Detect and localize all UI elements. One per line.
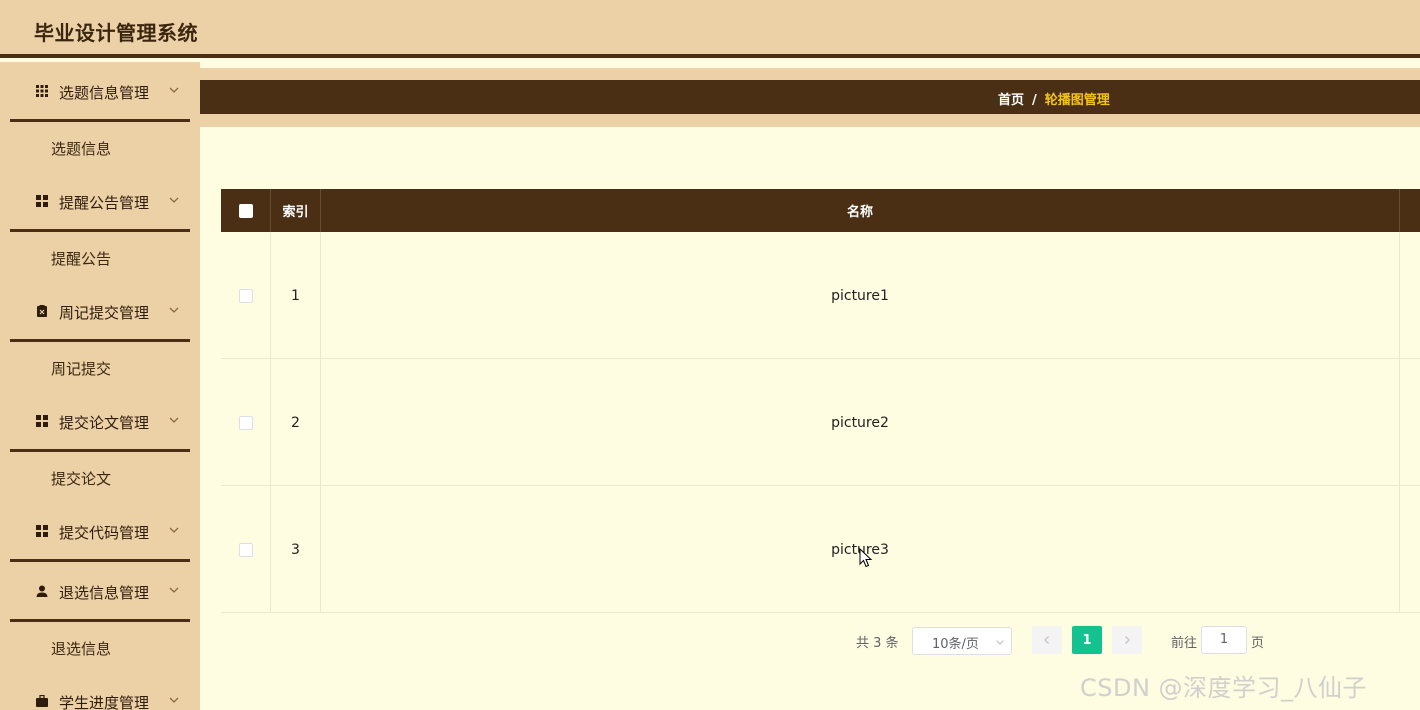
index-cell: 3 (271, 486, 321, 613)
breadcrumb-home[interactable]: 首页 (998, 93, 1024, 108)
submenu-item-notice[interactable]: 提醒公告 (10, 232, 190, 282)
menu-head[interactable]: 提醒公告管理 (10, 172, 190, 230)
briefcase-icon (36, 695, 48, 707)
submenu-item-thesis[interactable]: 提交论文 (10, 452, 190, 502)
user-icon (36, 585, 48, 597)
chevron-down-icon (169, 197, 179, 203)
menu-head[interactable]: 退选信息管理 (10, 562, 190, 620)
next-page-button[interactable] (1112, 626, 1142, 654)
breadcrumb-separator: / (1032, 93, 1037, 108)
select-all-cell (221, 189, 271, 232)
page-number-active[interactable]: 1 (1072, 626, 1102, 654)
prev-page-button[interactable] (1032, 626, 1062, 654)
top-header: 毕业设计管理系统 (0, 0, 1420, 58)
menu-label: 学生进度管理 (59, 694, 150, 710)
table-header: 索引 名称 (221, 189, 1420, 232)
menu-group-topic-info[interactable]: 选题信息管理 (10, 62, 190, 122)
menu-head[interactable]: 选题信息管理 (10, 62, 190, 120)
select-all-checkbox[interactable] (238, 203, 253, 218)
chevron-down-icon (169, 417, 179, 423)
chevron-down-icon (169, 87, 179, 93)
app-title: 毕业设计管理系统 (34, 21, 198, 45)
submenu-label: 提醒公告 (51, 250, 112, 268)
mouse-cursor-icon (859, 548, 873, 568)
column-header-name: 名称 (321, 189, 1400, 232)
index-cell: 2 (271, 359, 321, 486)
page-size-value: 10条/页 (932, 637, 979, 652)
submenu-item-topic-info[interactable]: 选题信息 (10, 122, 190, 172)
sidebar: 选题信息管理 选题信息 提醒公告管理 提醒公告 周记提交管理 周记提交 提交论文… (0, 62, 200, 710)
menu-head[interactable]: 周记提交管理 (10, 282, 190, 340)
row-checkbox[interactable] (238, 288, 253, 303)
grid-icon (36, 85, 48, 97)
row-select-cell (221, 486, 271, 613)
submenu-item-weekly[interactable]: 周记提交 (10, 342, 190, 392)
apps-icon (36, 415, 48, 427)
goto-label: 前往 (1171, 636, 1198, 651)
table-row: 2 picture2 (221, 359, 1420, 486)
table-row: 1 picture1 (221, 232, 1420, 359)
breadcrumb: 首页 / 轮播图管理 (998, 89, 1110, 108)
content-band (200, 68, 1420, 80)
goto-page-input[interactable]: 1 (1201, 626, 1247, 654)
breadcrumb-bar: 首页 / 轮播图管理 (200, 80, 1420, 114)
menu-head[interactable]: 学生进度管理 (10, 672, 190, 710)
pagination-total: 共 3 条 (856, 636, 899, 651)
chevron-down-icon (996, 640, 1004, 645)
goto-suffix: 页 (1251, 636, 1265, 651)
breadcrumb-current: 轮播图管理 (1044, 93, 1110, 108)
chevron-down-icon (169, 307, 179, 313)
row-checkbox[interactable] (238, 415, 253, 430)
chevron-right-icon (1125, 636, 1130, 644)
menu-group-weekly[interactable]: 周记提交管理 (10, 282, 190, 342)
chevron-down-icon (169, 587, 179, 593)
menu-label: 提醒公告管理 (59, 194, 150, 212)
column-header-index: 索引 (271, 189, 321, 232)
chevron-left-icon (1044, 636, 1049, 644)
menu-label: 周记提交管理 (59, 304, 150, 322)
menu-group-code[interactable]: 提交代码管理 (10, 502, 190, 562)
apps-icon (36, 525, 48, 537)
table-row: 3 picture3 (221, 486, 1420, 613)
submenu-label: 退选信息 (51, 640, 112, 658)
menu-group-notice[interactable]: 提醒公告管理 (10, 172, 190, 232)
clipboard-icon (37, 305, 47, 317)
menu-group-withdraw[interactable]: 退选信息管理 (10, 562, 190, 622)
submenu-label: 提交论文 (51, 470, 112, 488)
menu-group-progress[interactable]: 学生进度管理 (10, 672, 190, 710)
submenu-label: 周记提交 (51, 360, 112, 378)
menu-label: 提交论文管理 (59, 414, 150, 432)
watermark: CSDN @深度学习_八仙子 (1080, 674, 1368, 702)
menu-group-thesis[interactable]: 提交论文管理 (10, 392, 190, 452)
row-checkbox[interactable] (238, 542, 253, 557)
menu-label: 选题信息管理 (59, 84, 150, 102)
menu-label: 退选信息管理 (59, 584, 150, 602)
page-size-select[interactable]: 10条/页 (912, 627, 1012, 655)
submenu-item-withdraw[interactable]: 退选信息 (10, 622, 190, 672)
name-cell: picture2 (321, 359, 1400, 486)
submenu-label: 选题信息 (51, 140, 112, 158)
row-select-cell (221, 232, 271, 359)
content-band (200, 114, 1420, 127)
name-cell: picture1 (321, 232, 1400, 359)
menu-head[interactable]: 提交论文管理 (10, 392, 190, 450)
index-cell: 1 (271, 232, 321, 359)
apps-icon (36, 195, 48, 207)
menu-label: 提交代码管理 (59, 524, 150, 542)
menu-head[interactable]: 提交代码管理 (10, 502, 190, 560)
chevron-down-icon (169, 697, 179, 703)
chevron-down-icon (169, 527, 179, 533)
row-select-cell (221, 359, 271, 486)
